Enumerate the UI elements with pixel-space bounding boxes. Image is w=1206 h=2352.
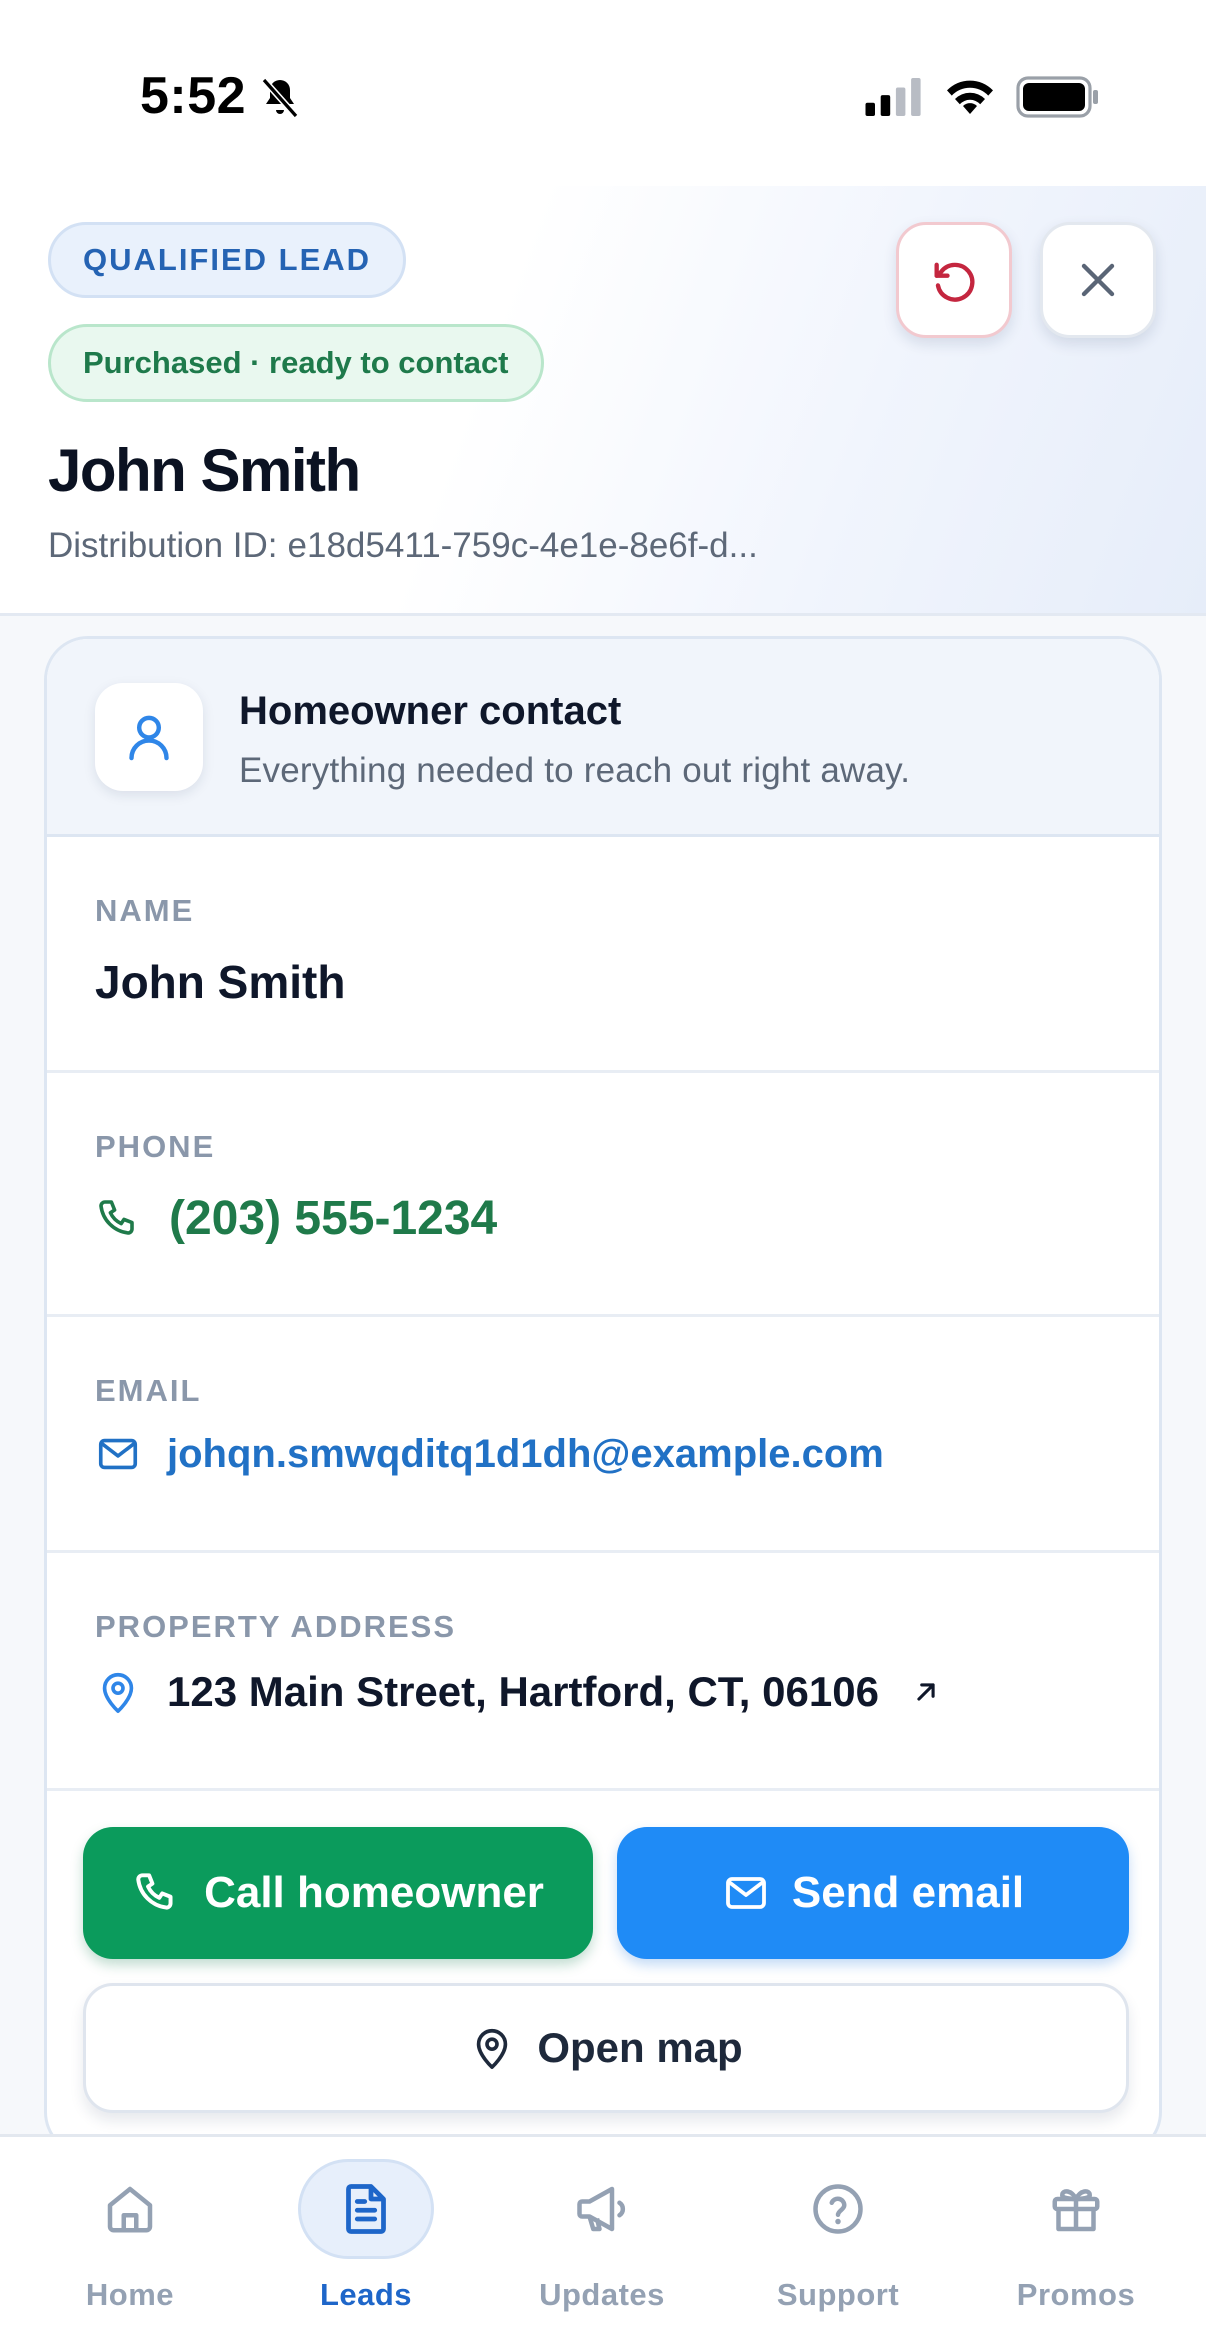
- phone-value: (203) 555-1234: [169, 1192, 498, 1245]
- tab-promos-icon-wrap: [1008, 2159, 1144, 2259]
- name-label: NAME: [95, 893, 195, 928]
- distribution-id: Distribution ID: e18d5411-759c-4e1e-8e6f-…: [48, 526, 758, 566]
- undo-button[interactable]: [896, 222, 1012, 338]
- phone-link[interactable]: (203) 555-1234: [95, 1191, 497, 1246]
- card-title: Homeowner contact: [239, 689, 622, 733]
- email-label: EMAIL: [95, 1373, 202, 1408]
- tab-leads-label: Leads: [319, 2277, 413, 2312]
- call-button-label: Call homeowner: [204, 1868, 544, 1917]
- open-map-button[interactable]: Open map: [83, 1983, 1129, 2113]
- user-icon: [129, 715, 169, 761]
- email-value: johqn.smwqditq1d1dh@example.com: [167, 1431, 884, 1476]
- name-value-row: John Smith: [95, 955, 345, 1009]
- megaphone-icon: [577, 2186, 626, 2232]
- document-icon: [346, 2184, 386, 2234]
- tab-promos[interactable]: Promos: [976, 2159, 1176, 2329]
- close-button[interactable]: [1040, 222, 1156, 338]
- phone-field: PHONE (203) 555-1234: [47, 1073, 1159, 1317]
- name-field: NAME John Smith: [47, 837, 1159, 1073]
- mail-icon: [725, 1877, 766, 1909]
- phone-label: PHONE: [95, 1129, 216, 1164]
- tab-support[interactable]: Support: [738, 2159, 938, 2329]
- help-circle-icon: [813, 2184, 863, 2234]
- tab-updates-icon-wrap: [534, 2159, 670, 2259]
- lead-detail-screen: 5:52 QUALIFIED LEAD Purchased · ready to…: [0, 0, 1206, 2352]
- tab-support-icon-wrap: [770, 2159, 906, 2259]
- tab-leads-icon-wrap: [298, 2159, 434, 2259]
- send-email-button[interactable]: Send email: [617, 1827, 1129, 1959]
- distribution-id-label: Distribution ID:: [48, 526, 278, 565]
- email-field: EMAIL johqn.smwqditq1d1dh@example.com: [47, 1317, 1159, 1553]
- status-badge: Purchased · ready to contact: [48, 324, 544, 402]
- map-pin-icon: [102, 1672, 134, 1713]
- avatar: [95, 683, 203, 791]
- property-address-field: PROPERTY ADDRESS 123 Main Street, Hartfo…: [47, 1553, 1159, 1791]
- tab-home-label: Home: [85, 2277, 175, 2312]
- page-title: John Smith: [48, 437, 361, 504]
- email-link[interactable]: johqn.smwqditq1d1dh@example.com: [95, 1431, 884, 1477]
- undo-icon: [934, 262, 975, 302]
- tab-support-label: Support: [776, 2277, 900, 2312]
- phone-icon: [99, 1199, 134, 1235]
- tab-home-icon-wrap: [62, 2159, 198, 2259]
- name-value: John Smith: [95, 956, 346, 1008]
- external-link-arrow-icon: [917, 1683, 935, 1701]
- card-header: Homeowner contact Everything needed to r…: [47, 639, 1159, 837]
- mail-icon: [98, 1438, 138, 1470]
- map-button-label: Open map: [537, 2024, 743, 2071]
- homeowner-contact-card: Homeowner contact Everything needed to r…: [44, 636, 1162, 2156]
- phone-icon: [136, 1873, 173, 1910]
- address-label: PROPERTY ADDRESS: [95, 1609, 457, 1644]
- gift-icon: [1052, 2189, 1100, 2232]
- email-button-label: Send email: [791, 1868, 1025, 1917]
- distribution-id-value: e18d5411-759c-4e1e-8e6f-d...: [287, 526, 758, 565]
- cellular-signal-icon: [865, 78, 921, 116]
- bottom-tab-bar: Home Leads Updates Support Promos: [0, 2134, 1206, 2352]
- status-bar: 5:52: [0, 0, 1206, 186]
- tab-leads[interactable]: Leads: [266, 2159, 466, 2329]
- bell-slash-icon: [261, 77, 299, 119]
- close-icon: [1081, 263, 1115, 297]
- tab-promos-label: Promos: [1016, 2277, 1136, 2312]
- map-pin-icon: [477, 2028, 508, 2069]
- call-homeowner-button[interactable]: Call homeowner: [83, 1827, 593, 1959]
- card-subtitle: Everything needed to reach out right awa…: [239, 751, 911, 790]
- wifi-icon: [947, 80, 993, 114]
- status-time: 5:52: [140, 67, 247, 125]
- tab-home[interactable]: Home: [30, 2159, 230, 2329]
- qualified-lead-badge: QUALIFIED LEAD: [48, 222, 407, 298]
- lead-header: QUALIFIED LEAD Purchased · ready to cont…: [0, 186, 1206, 616]
- tab-updates[interactable]: Updates: [502, 2159, 702, 2329]
- address-value: 123 Main Street, Hartford, CT, 06106: [167, 1668, 879, 1715]
- address-link[interactable]: 123 Main Street, Hartford, CT, 06106: [95, 1667, 943, 1717]
- home-icon: [107, 2186, 153, 2233]
- tab-updates-label: Updates: [539, 2277, 665, 2312]
- battery-icon: [1016, 76, 1098, 118]
